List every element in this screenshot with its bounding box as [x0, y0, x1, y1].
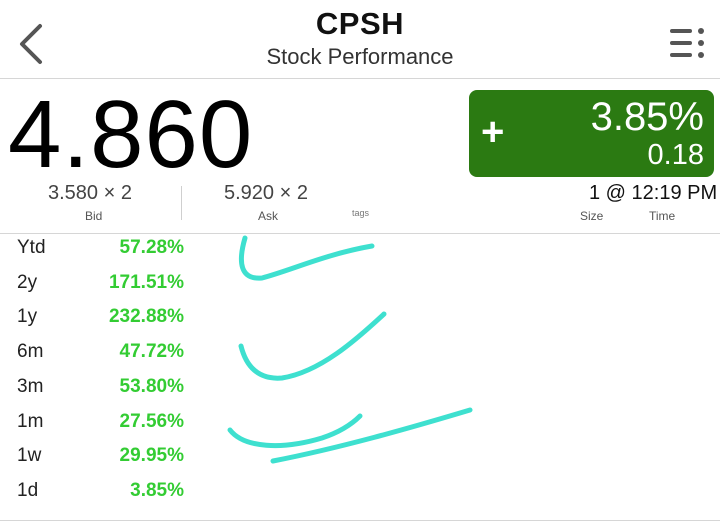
- bid-label: Bid: [85, 209, 103, 223]
- size-label: Size: [580, 209, 604, 223]
- performance-period: 1y: [17, 306, 38, 328]
- performance-value: 53.80%: [119, 375, 184, 397]
- checkmark-ytd-stroke: [238, 235, 375, 281]
- performance-row: 1m 27.56%: [0, 407, 200, 441]
- performance-period: Ytd: [17, 237, 46, 258]
- change-sign: +: [481, 110, 505, 154]
- bid-value: 3.580 × 2: [48, 182, 132, 204]
- time-label: Time: [649, 209, 676, 223]
- tags-label: tags: [352, 208, 370, 218]
- list-bottom-divider: [0, 520, 720, 521]
- performance-period: 1d: [17, 479, 39, 501]
- list-menu-icon: [670, 28, 704, 58]
- performance-row: 1d 3.85%: [0, 476, 200, 510]
- checkmark-6m-stroke: [238, 311, 387, 381]
- performance-row: 6m 47.72%: [0, 337, 200, 371]
- performance-row: 3m 53.80%: [0, 372, 200, 406]
- performance-period: 1w: [17, 445, 42, 467]
- performance-period: 1m: [17, 410, 44, 432]
- change-percent: 3.85%: [590, 95, 704, 139]
- performance-row: 2y 171.51%: [0, 268, 200, 302]
- performance-period: 3m: [17, 375, 44, 397]
- performance-value: 3.85%: [130, 479, 184, 501]
- performance-row: 1w 29.95%: [0, 441, 200, 475]
- menu-button[interactable]: [668, 26, 708, 62]
- performance-value: 47.72%: [119, 341, 184, 363]
- performance-value: 171.51%: [108, 271, 184, 293]
- performance-value: 27.56%: [119, 410, 184, 432]
- performance-value: 29.95%: [119, 445, 184, 467]
- underline-1w-stroke: [270, 407, 473, 464]
- performance-row: 1y 232.88%: [0, 302, 200, 336]
- quote-details-row: 3.580 × 2 Bid 5.920 × 2 Ask tags 1 @ 12:…: [0, 178, 720, 234]
- performance-value: 57.28%: [119, 237, 184, 258]
- performance-row: Ytd 57.28%: [0, 233, 200, 267]
- checkmark-1m-stroke: [227, 413, 363, 448]
- last-price: 4.860: [8, 81, 254, 188]
- size-time-value: 1 @ 12:19 PM: [589, 182, 718, 204]
- stock-symbol-title: CPSH: [315, 6, 405, 41]
- page-subtitle: Stock Performance: [266, 44, 454, 69]
- ask-label: Ask: [258, 209, 279, 223]
- quote-divider: [181, 186, 182, 220]
- performance-value: 232.88%: [108, 306, 184, 328]
- performance-period: 2y: [17, 271, 38, 293]
- price-change-badge[interactable]: + 3.85% 0.18: [469, 90, 714, 177]
- change-amount: 0.18: [647, 139, 704, 171]
- ask-value: 5.920 × 2: [224, 182, 308, 204]
- performance-period: 6m: [17, 341, 44, 363]
- navigation-header: CPSH Stock Performance: [0, 0, 720, 79]
